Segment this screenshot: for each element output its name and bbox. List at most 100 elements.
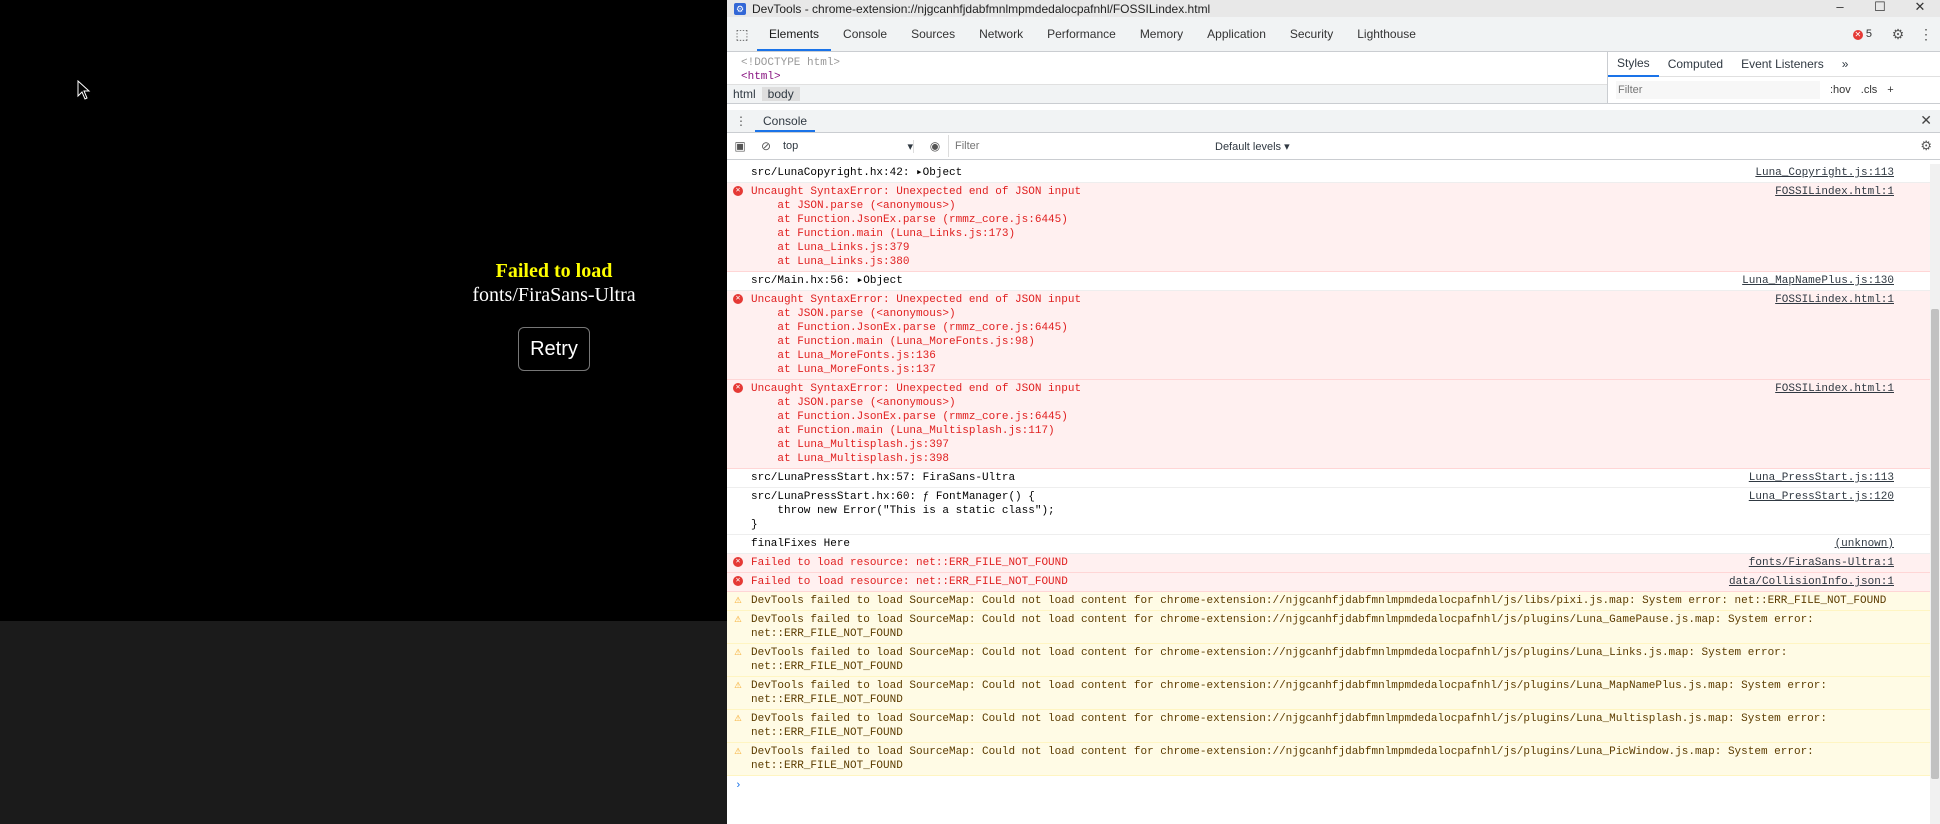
console-message-text: Uncaught SyntaxError: Unexpected end of … <box>751 294 1082 376</box>
console-prompt[interactable]: › <box>727 776 1930 792</box>
more-options-icon[interactable]: ⋮ <box>1912 26 1940 43</box>
inspect-element-icon[interactable]: ⬚ <box>727 26 757 43</box>
log-levels-dropdown[interactable]: Default levels ▾ <box>1215 140 1290 153</box>
console-message: src/LunaPressStart.hx:60: ƒ FontManager(… <box>727 488 1930 535</box>
console-message: ✕ Uncaught SyntaxError: Unexpected end of… <box>727 183 1930 272</box>
tab-console[interactable]: Console <box>831 17 899 51</box>
warning-icon: ⚠ <box>734 612 742 626</box>
elements-panel: <!DOCTYPE html> <html> html body Styles … <box>727 52 1940 104</box>
error-icon: ✕ <box>733 383 743 393</box>
console-message: ✕ Uncaught SyntaxError: Unexpected end of… <box>727 380 1930 469</box>
drawer-menu-icon[interactable]: ⋮ <box>727 114 755 128</box>
crumb-html[interactable]: html <box>727 87 762 101</box>
chevron-down-icon: ▾ <box>907 140 913 153</box>
console-scrollbar[interactable] <box>1930 164 1940 824</box>
console-message: ⚠ DevTools failed to load SourceMap: Coul… <box>727 611 1930 644</box>
crumb-body[interactable]: body <box>761 87 800 101</box>
add-rule-icon[interactable]: + <box>1887 84 1893 96</box>
html-node[interactable]: <html> <box>741 70 1607 84</box>
error-count-badge[interactable]: ✕ 5 <box>1852 28 1872 40</box>
devtools-titlebar: ⚙ DevTools - chrome-extension://njgcanhf… <box>727 0 1940 17</box>
eye-icon[interactable]: ◉ <box>922 139 948 153</box>
console-message: ✕ Uncaught SyntaxError: Unexpected end of… <box>727 291 1930 380</box>
error-count: 5 <box>1865 28 1872 40</box>
console-source-link[interactable]: FOSSILindex.html:1 <box>1775 293 1894 307</box>
tab-event-listeners[interactable]: Event Listeners <box>1732 52 1833 76</box>
console-messages: src/LunaCopyright.hx:42: ▸Object Luna_Cop… <box>727 164 1930 824</box>
tab-application[interactable]: Application <box>1195 17 1278 51</box>
window-title: DevTools - chrome-extension://njgcanhfjd… <box>752 1 1211 16</box>
tab-computed[interactable]: Computed <box>1659 52 1732 76</box>
warning-icon: ⚠ <box>734 593 742 607</box>
sidebar-toggle-icon[interactable]: ▣ <box>727 139 753 153</box>
console-source-link[interactable]: Luna_PressStart.js:120 <box>1749 490 1894 504</box>
console-message: ✕ Failed to load resource: net::ERR_FILE_… <box>727 554 1930 573</box>
context-selector[interactable]: top ▾ <box>779 139 914 153</box>
settings-gear-icon[interactable]: ⚙ <box>1884 26 1912 43</box>
console-message: ⚠ DevTools failed to load SourceMap: Coul… <box>727 710 1930 743</box>
mouse-cursor-icon <box>77 80 91 100</box>
console-source-link[interactable]: data/CollisionInfo.json:1 <box>1729 575 1894 589</box>
console-source-link[interactable]: FOSSILindex.html:1 <box>1775 382 1894 396</box>
console-message-text: Uncaught SyntaxError: Unexpected end of … <box>751 186 1082 268</box>
console-message-text: src/LunaCopyright.hx:42: ▸Object <box>751 167 963 179</box>
console-message-text: DevTools failed to load SourceMap: Could… <box>751 595 1887 607</box>
tab-styles[interactable]: Styles <box>1608 51 1659 77</box>
console-toolbar: ▣ ⊘ top ▾ ◉ Default levels ▾ ⚙ <box>727 133 1940 160</box>
console-message-text: DevTools failed to load SourceMap: Could… <box>751 746 1814 772</box>
tab-lighthouse[interactable]: Lighthouse <box>1345 17 1428 51</box>
console-source-link[interactable]: Luna_MapNamePlus.js:130 <box>1742 274 1894 288</box>
cls-toggle[interactable]: .cls <box>1861 84 1878 96</box>
warning-icon: ⚠ <box>734 711 742 725</box>
tab-performance[interactable]: Performance <box>1035 17 1128 51</box>
error-icon: ✕ <box>1852 30 1863 40</box>
console-message-text: finalFixes Here <box>751 538 851 550</box>
console-source-link[interactable]: fonts/FiraSans-Ultra:1 <box>1749 556 1894 570</box>
warning-icon: ⚠ <box>734 744 742 758</box>
empty-area <box>0 621 727 824</box>
drawer-tab-console[interactable]: Console <box>755 110 816 132</box>
console-message: ⚠ DevTools failed to load SourceMap: Coul… <box>727 644 1930 677</box>
error-icon: ✕ <box>733 576 743 586</box>
error-icon: ✕ <box>733 557 743 567</box>
console-message: ⚠ DevTools failed to load SourceMap: Coul… <box>727 743 1930 776</box>
console-message-text: DevTools failed to load SourceMap: Could… <box>751 614 1814 640</box>
console-message-text: src/LunaPressStart.hx:60: ƒ FontManager(… <box>751 491 1055 531</box>
console-message: src/LunaPressStart.hx:57: FiraSans-Ultra… <box>727 469 1930 488</box>
console-message-text: DevTools failed to load SourceMap: Could… <box>751 680 1827 706</box>
console-settings-icon[interactable]: ⚙ <box>1920 138 1932 154</box>
warning-icon: ⚠ <box>734 678 742 692</box>
game-canvas[interactable]: Failed to load fonts/FiraSans-Ultra Retr… <box>0 0 728 621</box>
console-message: ⚠ DevTools failed to load SourceMap: Coul… <box>727 592 1930 611</box>
tab-security[interactable]: Security <box>1278 17 1345 51</box>
context-value: top <box>783 139 799 152</box>
maximize-icon[interactable]: ☐ <box>1860 0 1900 17</box>
error-icon: ✕ <box>733 186 743 196</box>
warning-icon: ⚠ <box>734 645 742 659</box>
console-message: ✕ Failed to load resource: net::ERR_FILE_… <box>727 573 1930 592</box>
tab-sources[interactable]: Sources <box>899 17 967 51</box>
devtools-icon: ⚙ <box>734 2 746 15</box>
console-message-text: Failed to load resource: net::ERR_FILE_N… <box>751 557 1068 569</box>
clear-console-icon[interactable]: ⊘ <box>753 139 779 153</box>
console-message-text: src/Main.hx:56: ▸Object <box>751 275 903 287</box>
console-source-link[interactable]: (unknown) <box>1835 537 1894 551</box>
tab-memory[interactable]: Memory <box>1128 17 1195 51</box>
console-source-link[interactable]: Luna_PressStart.js:113 <box>1749 471 1894 485</box>
hov-toggle[interactable]: :hov <box>1830 84 1851 96</box>
scrollbar-thumb[interactable] <box>1931 309 1939 779</box>
tab-network[interactable]: Network <box>967 17 1035 51</box>
minimize-icon[interactable]: – <box>1820 0 1860 17</box>
more-tabs-icon[interactable]: » <box>1833 52 1858 76</box>
doctype-node[interactable]: <!DOCTYPE html> <box>741 56 1607 70</box>
close-drawer-icon[interactable]: ✕ <box>1920 112 1932 129</box>
console-filter-input[interactable] <box>948 135 1207 157</box>
breadcrumb: html body <box>727 84 1607 103</box>
styles-filter-input[interactable] <box>1616 81 1820 99</box>
console-source-link[interactable]: Luna_Copyright.js:113 <box>1755 166 1894 180</box>
tab-elements[interactable]: Elements <box>757 17 832 51</box>
styles-pane: Styles Computed Event Listeners » :hov .… <box>1608 52 1940 103</box>
close-window-icon[interactable]: ✕ <box>1900 0 1940 17</box>
retry-button[interactable]: Retry <box>518 327 590 371</box>
console-source-link[interactable]: FOSSILindex.html:1 <box>1775 185 1894 199</box>
